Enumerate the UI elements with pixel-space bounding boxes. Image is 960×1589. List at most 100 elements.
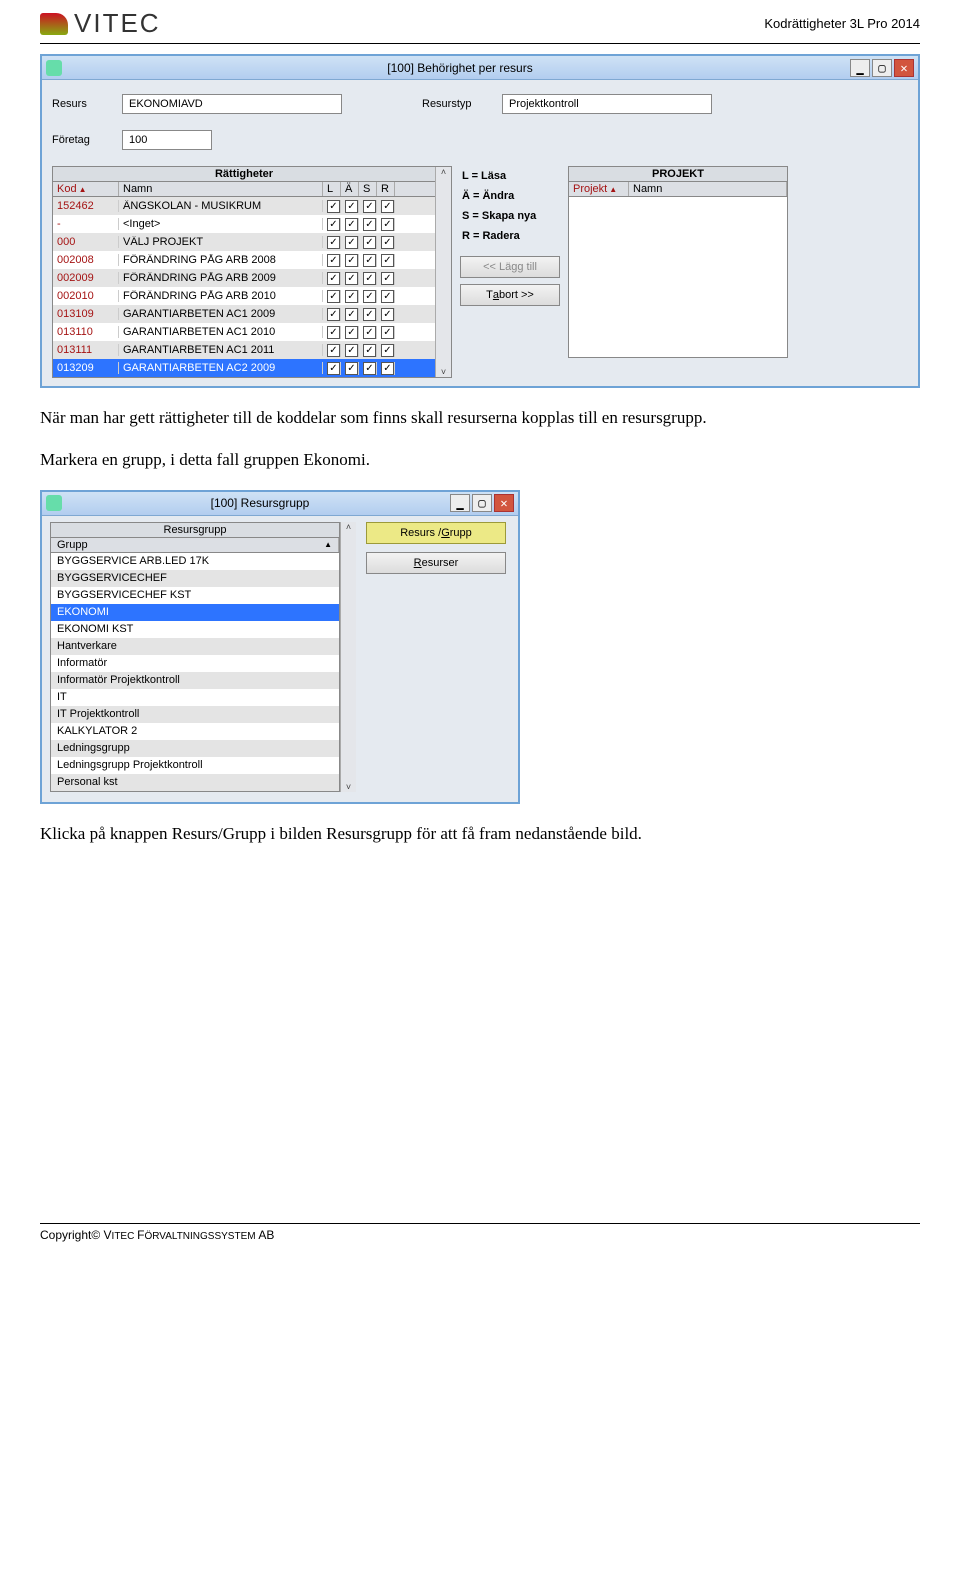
list-item[interactable]: Hantverkare <box>51 638 339 655</box>
checkbox-icon[interactable]: ✓ <box>327 308 340 321</box>
checkbox-icon[interactable]: ✓ <box>345 326 358 339</box>
checkbox-cell[interactable]: ✓ <box>341 254 359 267</box>
col-a[interactable]: Ä <box>341 182 359 196</box>
rights-scrollbar[interactable]: ˄ ˅ <box>435 167 451 377</box>
checkbox-icon[interactable]: ✓ <box>381 308 394 321</box>
checkbox-cell[interactable]: ✓ <box>359 290 377 303</box>
minimize-button[interactable]: ▁ <box>850 59 870 77</box>
checkbox-icon[interactable]: ✓ <box>345 362 358 375</box>
checkbox-icon[interactable]: ✓ <box>327 272 340 285</box>
checkbox-cell[interactable]: ✓ <box>377 236 395 249</box>
checkbox-icon[interactable]: ✓ <box>363 344 376 357</box>
checkbox-cell[interactable]: ✓ <box>341 362 359 375</box>
checkbox-cell[interactable]: ✓ <box>323 200 341 213</box>
maximize-button[interactable]: ▢ <box>872 59 892 77</box>
checkbox-cell[interactable]: ✓ <box>323 254 341 267</box>
checkbox-icon[interactable]: ✓ <box>327 326 340 339</box>
resurs-grupp-button[interactable]: Resurs / Grupp <box>366 522 506 544</box>
checkbox-cell[interactable]: ✓ <box>341 308 359 321</box>
checkbox-cell[interactable]: ✓ <box>377 272 395 285</box>
checkbox-cell[interactable]: ✓ <box>377 326 395 339</box>
col-s[interactable]: S <box>359 182 377 196</box>
checkbox-icon[interactable]: ✓ <box>381 254 394 267</box>
checkbox-icon[interactable]: ✓ <box>345 272 358 285</box>
col-l[interactable]: L <box>323 182 341 196</box>
checkbox-cell[interactable]: ✓ <box>323 236 341 249</box>
list-item[interactable]: IT Projektkontroll <box>51 706 339 723</box>
scroll-down-icon[interactable]: ˅ <box>341 782 356 792</box>
checkbox-cell[interactable]: ✓ <box>323 326 341 339</box>
table-row[interactable]: 002008FÖRÄNDRING PÅG ARB 2008✓✓✓✓ <box>53 251 435 269</box>
checkbox-cell[interactable]: ✓ <box>359 308 377 321</box>
checkbox-icon[interactable]: ✓ <box>345 218 358 231</box>
checkbox-cell[interactable]: ✓ <box>323 272 341 285</box>
checkbox-icon[interactable]: ✓ <box>327 218 340 231</box>
checkbox-icon[interactable]: ✓ <box>363 254 376 267</box>
checkbox-icon[interactable]: ✓ <box>381 344 394 357</box>
checkbox-icon[interactable]: ✓ <box>327 290 340 303</box>
table-row[interactable]: 152462ÄNGSKOLAN - MUSIKRUM✓✓✓✓ <box>53 197 435 215</box>
checkbox-icon[interactable]: ✓ <box>363 290 376 303</box>
checkbox-icon[interactable]: ✓ <box>327 200 340 213</box>
checkbox-cell[interactable]: ✓ <box>341 272 359 285</box>
checkbox-icon[interactable]: ✓ <box>381 218 394 231</box>
table-row[interactable]: 002009FÖRÄNDRING PÅG ARB 2009✓✓✓✓ <box>53 269 435 287</box>
checkbox-cell[interactable]: ✓ <box>323 218 341 231</box>
remove-button[interactable]: Ta bort >> <box>460 284 560 306</box>
checkbox-cell[interactable]: ✓ <box>359 272 377 285</box>
checkbox-cell[interactable]: ✓ <box>377 254 395 267</box>
checkbox-cell[interactable]: ✓ <box>341 236 359 249</box>
foretag-input[interactable] <box>122 130 212 150</box>
checkbox-cell[interactable]: ✓ <box>359 326 377 339</box>
checkbox-icon[interactable]: ✓ <box>381 326 394 339</box>
resursgrupp-scrollbar[interactable]: ˄ ˅ <box>340 522 356 792</box>
list-item[interactable]: BYGGSERVICECHEF <box>51 570 339 587</box>
checkbox-cell[interactable]: ✓ <box>377 344 395 357</box>
scroll-up-icon[interactable]: ˄ <box>436 167 451 177</box>
list-item[interactable]: EKONOMI <box>51 604 339 621</box>
list-item[interactable]: Informatör <box>51 655 339 672</box>
checkbox-cell[interactable]: ✓ <box>377 200 395 213</box>
resurstyp-input[interactable] <box>502 94 712 114</box>
checkbox-icon[interactable]: ✓ <box>381 200 394 213</box>
table-row[interactable]: 013209GARANTIARBETEN AC2 2009✓✓✓✓ <box>53 359 435 377</box>
checkbox-cell[interactable]: ✓ <box>377 290 395 303</box>
col-kod[interactable]: Kod ▲ <box>53 182 119 196</box>
col-namn[interactable]: Namn <box>119 182 323 196</box>
checkbox-cell[interactable]: ✓ <box>323 290 341 303</box>
checkbox-cell[interactable]: ✓ <box>359 200 377 213</box>
checkbox-icon[interactable]: ✓ <box>381 362 394 375</box>
checkbox-cell[interactable]: ✓ <box>377 218 395 231</box>
checkbox-icon[interactable]: ✓ <box>327 344 340 357</box>
list-item[interactable]: Ledningsgrupp Projektkontroll <box>51 757 339 774</box>
window2-titlebar[interactable]: [100] Resursgrupp ▁ ▢ ✕ <box>42 492 518 516</box>
checkbox-icon[interactable]: ✓ <box>381 290 394 303</box>
list-item[interactable]: Informatör Projektkontroll <box>51 672 339 689</box>
list-item[interactable]: EKONOMI KST <box>51 621 339 638</box>
col-r[interactable]: R <box>377 182 395 196</box>
col-projekt[interactable]: Projekt ▲ <box>569 182 629 196</box>
resurs-input[interactable] <box>122 94 342 114</box>
checkbox-icon[interactable]: ✓ <box>381 272 394 285</box>
checkbox-icon[interactable]: ✓ <box>363 200 376 213</box>
col-projekt-namn[interactable]: Namn <box>629 182 787 196</box>
col-grupp[interactable]: Grupp ▲ <box>51 538 339 552</box>
checkbox-cell[interactable]: ✓ <box>377 308 395 321</box>
list-item[interactable]: Ledningsgrupp <box>51 740 339 757</box>
checkbox-icon[interactable]: ✓ <box>345 308 358 321</box>
add-button[interactable]: << Lägg till <box>460 256 560 278</box>
checkbox-icon[interactable]: ✓ <box>363 236 376 249</box>
table-row[interactable]: 013109GARANTIARBETEN AC1 2009✓✓✓✓ <box>53 305 435 323</box>
scroll-up-icon[interactable]: ˄ <box>341 522 356 532</box>
table-row[interactable]: 013110GARANTIARBETEN AC1 2010✓✓✓✓ <box>53 323 435 341</box>
checkbox-cell[interactable]: ✓ <box>359 236 377 249</box>
close-button[interactable]: ✕ <box>494 494 514 512</box>
checkbox-icon[interactable]: ✓ <box>327 362 340 375</box>
list-item[interactable]: BYGGSERVICE ARB.LED 17K <box>51 553 339 570</box>
list-item[interactable]: Personal kst <box>51 774 339 791</box>
checkbox-icon[interactable]: ✓ <box>345 236 358 249</box>
checkbox-icon[interactable]: ✓ <box>327 254 340 267</box>
list-item[interactable]: BYGGSERVICECHEF KST <box>51 587 339 604</box>
checkbox-icon[interactable]: ✓ <box>345 254 358 267</box>
checkbox-icon[interactable]: ✓ <box>363 272 376 285</box>
